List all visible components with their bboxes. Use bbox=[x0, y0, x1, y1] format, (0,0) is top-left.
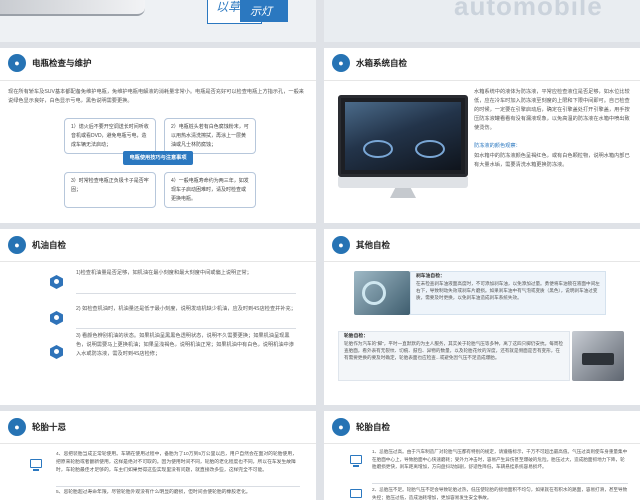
tip-box-2: 2）电瓶桩头若有白色腐蚀粉末，可以用热水清洗擦拭，再涂上一层黄油或凡士林防腐蚀； bbox=[164, 118, 256, 154]
slide-top-right[interactable]: automobile bbox=[324, 0, 640, 42]
slide-title: 轮胎自检 bbox=[356, 422, 391, 432]
brake-text: 在未检查刹车油液面高度时，不可添加刹车油，以免添加过量。勇便将车油锁在液面中间左… bbox=[416, 281, 600, 300]
home-hex-icon bbox=[50, 275, 63, 289]
slide-other-check[interactable]: ● 其他自检 刹车油自检： 在未检查刹车油液面高度时，不可添加刹车油，以免添加过… bbox=[324, 229, 640, 405]
intro-text: 现在所有轿车及SUV基本都配备免维护电瓶，免维护电瓶电解液的消耗量非常小。电瓶是… bbox=[8, 89, 304, 104]
monitor-icon bbox=[350, 489, 362, 498]
divider bbox=[76, 293, 296, 294]
header-divider bbox=[0, 261, 316, 262]
section-dot-icon: ● bbox=[332, 418, 350, 436]
tire-text: 轮胎作为汽车的“脚”，平时一直默默的为主人服务，其实关于轮胎气压等多种，离了这四… bbox=[344, 341, 563, 360]
laptop-image bbox=[0, 0, 145, 16]
monitor-icon bbox=[30, 459, 42, 468]
slide-title: 水箱系统自检 bbox=[356, 58, 408, 68]
oil-item-3: 3) 看颜色辨别机油的状态。如果机油呈黑黑色透明状态，说明不久需要更换；如果机油… bbox=[76, 333, 294, 357]
slide-title: 机油自检 bbox=[32, 240, 67, 250]
refresh-hex-icon bbox=[50, 345, 63, 359]
tire-self-item-2: 2、忌胎压不足。轮胎气压不足会导致轮胎过热，低压使轮胎的接地面积不均匀，如果就在… bbox=[372, 487, 628, 500]
tip-box-4: 4）一般电瓶寿命约为两三年，如发现车子启动困难时，请及时检查或更换电瓶。 bbox=[164, 172, 256, 208]
section-dot-icon: ● bbox=[332, 236, 350, 254]
top-left-subtitle: 示灯 bbox=[250, 6, 272, 18]
radiator-highlight: 防冻液的颜色观察： bbox=[474, 143, 521, 149]
slide-radiator-check[interactable]: ● 水箱系统自检 水箱系统中的液体为防冻液，平常应检查液位是否足够，如水位比较低… bbox=[324, 48, 640, 223]
monitor-image bbox=[338, 95, 468, 177]
watermark-text: automobile bbox=[454, 0, 603, 21]
slide-grid: 以草的 示灯 automobile ● 电瓶检查与维护 现在所有轿车及SUV基本… bbox=[0, 0, 640, 500]
header-divider bbox=[324, 261, 640, 262]
oil-item-2: 2) 如检查机油时，机油量还是低于最小刻度，说明发动机缺少机油，应及时到4S店检… bbox=[76, 306, 296, 312]
slide-oil-check[interactable]: ● 机油自检 1)检查机油量是否足够，如机油在最小刻度和最大刻度中间或偏上说明正… bbox=[0, 229, 316, 405]
section-dot-icon: ● bbox=[8, 54, 26, 72]
slide-top-left[interactable]: 以草的 示灯 bbox=[0, 0, 316, 42]
header-divider bbox=[0, 80, 316, 81]
slide-title: 电瓶检查与维护 bbox=[32, 58, 92, 68]
tip-box-3: 3）时常检查电瓶正负极卡子是否牢固； bbox=[64, 172, 156, 208]
slide-title: 轮胎十忌 bbox=[32, 422, 67, 432]
header-divider bbox=[324, 443, 640, 444]
section-dot-icon: ● bbox=[8, 236, 26, 254]
slide-battery-check[interactable]: ● 电瓶检查与维护 现在所有轿车及SUV基本都配备免维护电瓶，免维护电瓶电解液的… bbox=[0, 48, 316, 223]
monitor-icon-base bbox=[33, 469, 39, 471]
monitor-stand bbox=[390, 188, 416, 198]
oil-item-1: 1)检查机油量是否足够，如机油在最小刻度和最大刻度中间或偏上说明正常； bbox=[76, 270, 252, 276]
tire-photo bbox=[572, 331, 624, 381]
slide-tire-taboos-2[interactable]: ● 轮胎自检 1、忌胎压过高。由于汽车制造厂对轮胎气压都有特别的规定，请遵循标示… bbox=[324, 411, 640, 500]
radiator-text-1: 水箱系统中的液体为防冻液，平常应检查液位是否足够，如水位比较低，应在冷车时加入防… bbox=[474, 89, 630, 131]
divider bbox=[372, 483, 628, 484]
brake-title: 刹车油自检： bbox=[416, 274, 445, 279]
section-dot-icon: ● bbox=[8, 418, 26, 436]
divider bbox=[56, 486, 300, 487]
settings-hex-icon bbox=[50, 311, 63, 325]
tire-title: 轮胎自检： bbox=[344, 334, 368, 339]
section-dot-icon: ● bbox=[332, 54, 350, 72]
slide-title: 其他自检 bbox=[356, 240, 391, 250]
monitor-icon bbox=[350, 455, 362, 464]
monitor-icon-base bbox=[353, 465, 359, 467]
divider bbox=[76, 328, 296, 329]
tire-item-4: 4、忌把装胎当成正常轮使用。车辆在使用过程中，备胎为了10万到5万公里以后，用户… bbox=[56, 452, 297, 473]
header-divider bbox=[324, 80, 640, 81]
center-badge: 电瓶使用技巧与注意事项 bbox=[123, 151, 193, 165]
tip-box-1: 1）熄火后不要开空调送长时间听收音机或看DVD，避免电瓶亏电，造成车辆无法启动； bbox=[64, 118, 156, 154]
radiator-text-2: 如水箱中的防冻液颜色呈褐红色，或有白色颗粒物，说明水箱内部已有大量水垢，需要清洗… bbox=[474, 153, 630, 168]
slide-tire-taboos-1[interactable]: ● 轮胎十忌 4、忌把装胎当成正常轮使用。车辆在使用过程中，备胎为了10万到5万… bbox=[0, 411, 316, 500]
monitor-chin bbox=[338, 177, 468, 188]
tire-item-5: 5、忌轮胎超过寿命年限，尽管轮胎外观没有什么明显的磨损，但时间会使轮胎的橡胶老化… bbox=[56, 490, 251, 495]
tire-self-item-1: 1、忌胎压过高。由于汽车制造厂对轮胎气压都有特别的规定，请遵循标示，千万不可超出… bbox=[372, 449, 628, 469]
brake-photo bbox=[354, 271, 410, 315]
header-divider bbox=[0, 443, 316, 444]
